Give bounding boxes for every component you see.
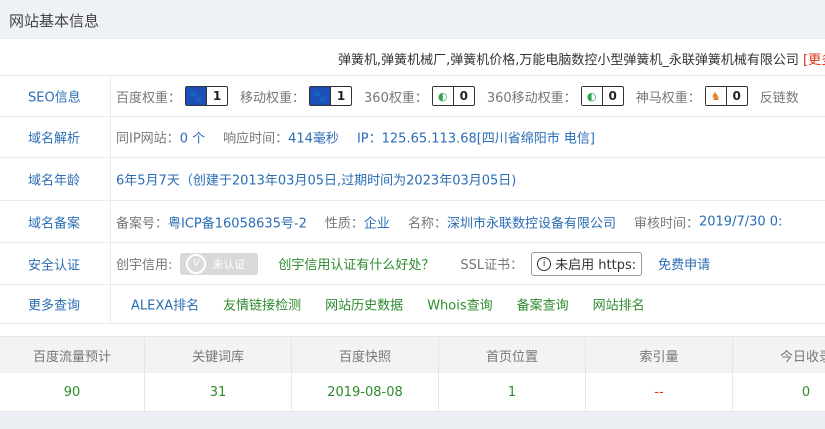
- section-header: 网站基本信息: [0, 0, 825, 39]
- more-query-label[interactable]: 更多查询: [28, 295, 80, 314]
- domain-age-value: 6年5月7天（创建于2013年03月05日,过期时间为2023年03月05日): [116, 173, 517, 189]
- beian-no-value[interactable]: 粤ICP备16058635号-2: [168, 212, 307, 231]
- cert-text: 未认证: [212, 257, 246, 271]
- beian-no-label: 备案号：: [116, 216, 169, 231]
- stats-header-cell: 百度快照: [292, 337, 439, 373]
- index-count-value[interactable]: --: [586, 373, 733, 411]
- stats-value-row: 90 31 2019-08-08 1 -- 0: [0, 373, 825, 412]
- security-label[interactable]: 安全认证: [28, 254, 80, 273]
- stats-header-cell: 关键词库: [145, 337, 292, 373]
- free-apply-link[interactable]: 免费申请: [658, 254, 710, 273]
- audit-label: 审核时间：: [633, 216, 699, 231]
- 360-icon: ◐: [581, 87, 602, 105]
- more-link[interactable]: [更多: [803, 53, 825, 68]
- audit-value: 2019/7/30 0:: [698, 214, 783, 229]
- domain-age-row: 域名年龄 6年5月7天（创建于2013年03月05日,过期时间为2023年03月…: [0, 158, 825, 201]
- history-data-link[interactable]: 网站历史数据: [325, 295, 403, 314]
- mobile-weight-label: 移动权重：: [240, 90, 306, 106]
- mobile-360-badge[interactable]: ◐ 0: [580, 86, 624, 106]
- stats-header-row: 百度流量预计 关键词库 百度快照 首页位置 索引量 今日收录: [0, 336, 825, 374]
- credit-label: 创宇信用:: [116, 258, 173, 273]
- baidu-traffic-value[interactable]: 90: [0, 373, 145, 411]
- response-label: 响应时间：: [223, 131, 289, 147]
- paw-icon: 🐾: [186, 87, 207, 105]
- friend-link-check-link[interactable]: 友情链接检测: [223, 295, 301, 314]
- v-check-icon: V: [186, 253, 207, 274]
- alexa-link[interactable]: ALEXA排名: [131, 295, 199, 314]
- mobile-360-value: 0: [601, 87, 623, 105]
- name-value: 深圳市永联数控设备有限公司: [446, 216, 616, 231]
- home-position-value[interactable]: 1: [439, 373, 586, 411]
- baidu-weight-value: 1: [206, 87, 227, 105]
- backlinks-label: 反链数: [759, 90, 799, 106]
- more-query-row: 更多查询 ALEXA排名 友情链接检测 网站历史数据 Whois查询 备案查询 …: [0, 285, 825, 324]
- dns-label[interactable]: 域名解析: [28, 128, 80, 147]
- seo-label[interactable]: SEO信息: [28, 87, 81, 106]
- shenma-weight-value: 0: [725, 87, 747, 105]
- weight-360-label: 360权重：: [364, 90, 428, 106]
- mobile-weight-badge[interactable]: 🐾 1: [309, 86, 353, 106]
- seo-row: SEO信息 百度权重： 🐾 1 移动权重： 🐾 1 360权重： ◐ 0 360…: [0, 76, 825, 117]
- nature-value: 企业: [363, 216, 390, 231]
- name-label: 名称：: [407, 216, 447, 231]
- ssl-status-box[interactable]: i 未启用 https:: [531, 251, 643, 276]
- shenma-horse-icon: ♞: [705, 87, 726, 105]
- credit-benefit-link[interactable]: 创宇信用认证有什么好处？: [278, 254, 434, 273]
- same-ip-label: 同IP网站：: [116, 131, 180, 147]
- beian-query-link[interactable]: 备案查询: [517, 295, 569, 314]
- ip-value[interactable]: 125.65.113.68[四川省绵阳市 电信]: [382, 128, 595, 147]
- 360-icon: ◐: [432, 87, 453, 105]
- shenma-weight-label: 神马权重：: [635, 90, 701, 106]
- today-indexed-value[interactable]: 0: [733, 373, 825, 411]
- response-value: 414毫秒: [288, 131, 339, 147]
- baidu-weight-label: 百度权重：: [116, 90, 182, 106]
- dns-row: 域名解析 同IP网站： 0 个 响应时间： 414毫秒 IP： 125.65.1…: [0, 117, 825, 158]
- stats-header-cell: 今日收录: [779, 349, 825, 365]
- info-icon: i: [537, 256, 552, 271]
- security-row: 安全认证 创宇信用: V 未认证 创宇信用认证有什么好处？ SSL证书： i 未…: [0, 243, 825, 285]
- ssl-status-text: 未启用 https:: [555, 258, 637, 273]
- stats-header-cell: 首页位置: [439, 337, 586, 373]
- same-ip-value[interactable]: 0 个: [180, 128, 205, 147]
- beian-row: 域名备案 备案号： 粤ICP备16058635号-2 性质： 企业 名称： 深圳…: [0, 201, 825, 243]
- weight-360-value: 0: [452, 87, 474, 105]
- site-title-row: 弹簧机,弹簧机械厂,弹簧机价格,万能电脑数控小型弹簧机_永联弹簧机械有限公司 […: [0, 39, 825, 76]
- snapshot-date-value[interactable]: 2019-08-08: [292, 373, 439, 411]
- paw-icon: 🐾: [310, 87, 331, 105]
- site-rank-link[interactable]: 网站排名: [593, 295, 645, 314]
- ssl-label: SSL证书：: [460, 258, 524, 273]
- whois-link[interactable]: Whois查询: [427, 295, 492, 314]
- section-title: 网站基本信息: [9, 12, 100, 30]
- mobile-360-label: 360移动权重：: [486, 90, 577, 106]
- shenma-weight-badge[interactable]: ♞ 0: [704, 86, 748, 106]
- baidu-weight-badge[interactable]: 🐾 1: [185, 86, 229, 106]
- site-title: 弹簧机,弹簧机械厂,弹簧机价格,万能电脑数控小型弹簧机_永联弹簧机械有限公司: [338, 53, 799, 68]
- ip-label: IP：: [356, 131, 382, 147]
- bottom-bar: [0, 412, 825, 429]
- stats-header-cell: 索引量: [586, 337, 733, 373]
- beian-label[interactable]: 域名备案: [28, 212, 80, 231]
- weight-360-badge[interactable]: ◐ 0: [431, 86, 475, 106]
- cert-badge[interactable]: V 未认证: [180, 252, 259, 275]
- mobile-weight-value: 1: [330, 87, 351, 105]
- domain-age-label[interactable]: 域名年龄: [28, 170, 80, 189]
- stats-header-cell: 百度流量预计: [0, 337, 145, 373]
- nature-label: 性质：: [324, 216, 364, 231]
- keyword-count-value[interactable]: 31: [145, 373, 292, 411]
